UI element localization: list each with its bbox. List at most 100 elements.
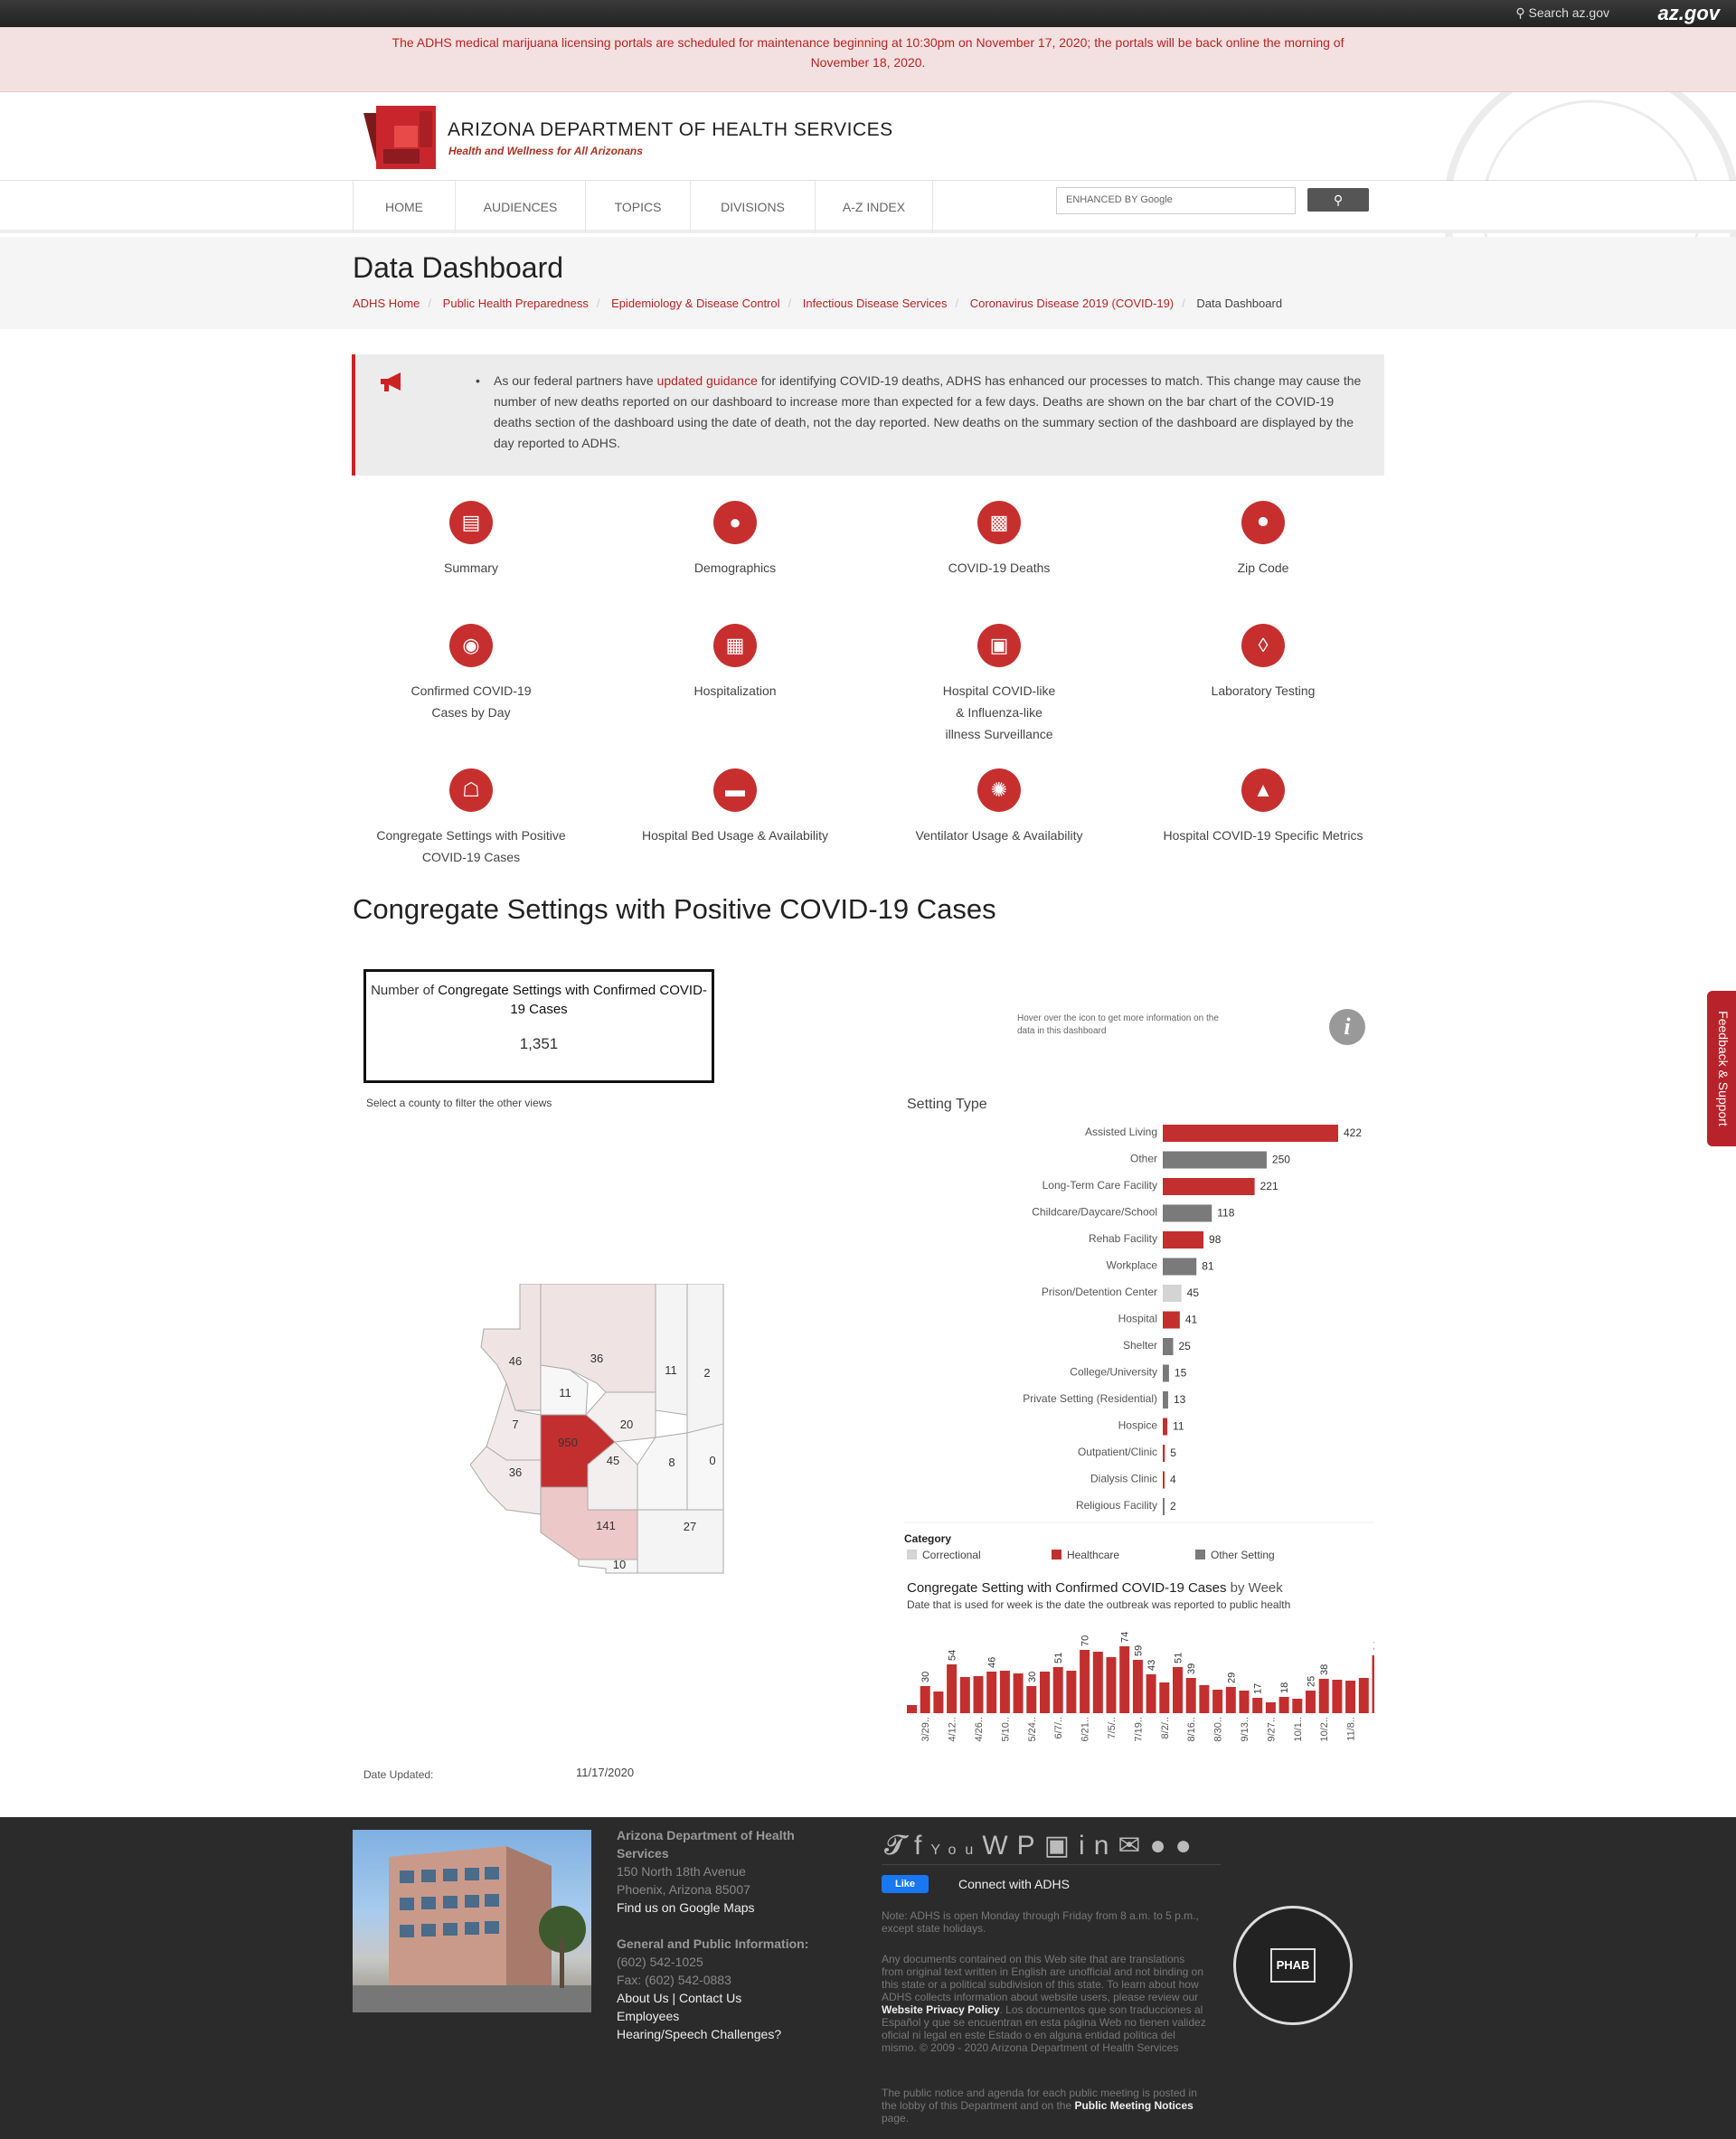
nav-home[interactable]: HOME bbox=[353, 181, 455, 233]
week-bar[interactable] bbox=[1372, 1655, 1375, 1713]
breadcrumb-epidemiology[interactable]: Epidemiology & Disease Control bbox=[611, 297, 779, 310]
tile-cases-by-day[interactable]: ◉ Confirmed COVID-19 Cases by Day bbox=[339, 624, 603, 723]
bar[interactable] bbox=[1163, 1338, 1174, 1355]
week-bar[interactable] bbox=[1292, 1699, 1303, 1713]
week-bar[interactable] bbox=[1066, 1671, 1077, 1713]
week-bar[interactable] bbox=[1318, 1679, 1329, 1713]
week-bar[interactable] bbox=[933, 1691, 944, 1713]
week-bar[interactable] bbox=[1159, 1682, 1170, 1713]
county-shape[interactable] bbox=[655, 1284, 688, 1416]
county-shape[interactable] bbox=[480, 1284, 542, 1411]
azgov-logo[interactable]: az.gov bbox=[1658, 2, 1720, 25]
tile-ventilator[interactable]: ✺ Ventilator Usage & Availability bbox=[867, 768, 1131, 846]
breadcrumb-infectious-disease[interactable]: Infectious Disease Services bbox=[803, 297, 948, 310]
nav-divisions[interactable]: DIVISIONS bbox=[690, 181, 815, 233]
tile-hospitalization[interactable]: ▦ Hospitalization bbox=[603, 624, 867, 702]
public-meeting-notices-link[interactable]: Public Meeting Notices bbox=[1074, 2099, 1193, 2112]
google-maps-link[interactable]: Find us on Google Maps bbox=[617, 1899, 834, 1917]
updated-guidance-link[interactable]: updated guidance bbox=[657, 373, 758, 388]
about-us-link[interactable]: About Us bbox=[617, 1991, 669, 2005]
bar[interactable] bbox=[1163, 1445, 1165, 1462]
legend-other-setting[interactable]: Other Setting bbox=[1195, 1549, 1275, 1561]
county-shape[interactable] bbox=[686, 1423, 724, 1511]
tile-laboratory[interactable]: ◊ Laboratory Testing bbox=[1131, 624, 1395, 702]
week-bar[interactable] bbox=[907, 1705, 917, 1713]
flickr-icon[interactable]: ●● bbox=[1150, 1831, 1201, 1861]
week-bar[interactable] bbox=[1185, 1678, 1196, 1713]
week-bar[interactable] bbox=[1225, 1687, 1236, 1713]
tile-demographics[interactable]: ● Demographics bbox=[603, 501, 867, 579]
week-bar[interactable] bbox=[1199, 1685, 1210, 1713]
site-search-input[interactable]: ENHANCED BY Google bbox=[1056, 187, 1296, 214]
week-bar[interactable] bbox=[1173, 1667, 1183, 1713]
info-icon[interactable]: i bbox=[1329, 1009, 1365, 1045]
legend-correctional[interactable]: Correctional bbox=[907, 1549, 981, 1561]
week-bar[interactable] bbox=[1119, 1646, 1130, 1713]
week-bar[interactable] bbox=[973, 1676, 984, 1713]
linkedin-icon[interactable]: in bbox=[1079, 1831, 1118, 1861]
tile-zip-code[interactable]: ⚫ Zip Code bbox=[1131, 501, 1395, 579]
week-bar[interactable] bbox=[999, 1671, 1010, 1713]
bar[interactable] bbox=[1163, 1204, 1212, 1222]
email-icon[interactable]: ✉ bbox=[1118, 1831, 1149, 1861]
bar[interactable] bbox=[1163, 1471, 1165, 1489]
nav-audiences[interactable]: AUDIENCES bbox=[455, 181, 585, 233]
nav-az-index[interactable]: A-Z INDEX bbox=[815, 181, 933, 233]
tile-congregate-settings[interactable]: ☖ Congregate Settings with Positive COVID… bbox=[339, 768, 603, 868]
week-bar[interactable] bbox=[1040, 1672, 1050, 1713]
instagram-icon[interactable]: ▣ bbox=[1044, 1831, 1079, 1861]
breadcrumb-covid19[interactable]: Coronavirus Disease 2019 (COVID-19) bbox=[970, 297, 1174, 310]
facebook-like-button[interactable]: Like bbox=[882, 1875, 929, 1893]
week-bar[interactable] bbox=[1212, 1690, 1223, 1713]
privacy-policy-link[interactable]: Website Privacy Policy bbox=[882, 2003, 1000, 2016]
bar[interactable] bbox=[1163, 1285, 1182, 1302]
twitter-icon[interactable]: 𝓣 bbox=[884, 1831, 914, 1861]
bar[interactable] bbox=[1163, 1258, 1197, 1276]
employees-link[interactable]: Employees bbox=[617, 2007, 834, 2025]
breadcrumb-public-health-preparedness[interactable]: Public Health Preparedness bbox=[443, 297, 589, 310]
bar[interactable] bbox=[1163, 1125, 1338, 1142]
week-bar[interactable] bbox=[1132, 1660, 1143, 1713]
wordpress-icon[interactable]: W bbox=[982, 1831, 1016, 1861]
week-bar[interactable] bbox=[986, 1672, 997, 1713]
week-bar[interactable] bbox=[1052, 1667, 1063, 1713]
nav-topics[interactable]: TOPICS bbox=[585, 181, 690, 233]
week-bar[interactable] bbox=[1146, 1674, 1156, 1713]
bar[interactable] bbox=[1163, 1311, 1180, 1329]
week-bar[interactable] bbox=[1265, 1702, 1276, 1713]
bar[interactable] bbox=[1163, 1231, 1204, 1249]
week-bar[interactable] bbox=[959, 1677, 970, 1713]
week-bar[interactable] bbox=[1358, 1678, 1369, 1713]
county-shape[interactable] bbox=[637, 1509, 724, 1574]
azgov-search-link[interactable]: ⚲ Search az.gov bbox=[1515, 5, 1609, 21]
week-bar[interactable] bbox=[1345, 1681, 1356, 1713]
feedback-support-tab[interactable]: Feedback & Support bbox=[1707, 991, 1736, 1146]
week-bar[interactable] bbox=[1026, 1686, 1037, 1713]
week-bar[interactable] bbox=[1332, 1680, 1343, 1713]
bar[interactable] bbox=[1163, 1178, 1255, 1195]
bar[interactable] bbox=[1163, 1418, 1168, 1436]
legend-healthcare[interactable]: Healthcare bbox=[1052, 1549, 1119, 1561]
tile-hospital-bed[interactable]: ▬ Hospital Bed Usage & Availability bbox=[603, 768, 867, 846]
week-bar[interactable] bbox=[1239, 1691, 1250, 1713]
bar[interactable] bbox=[1163, 1498, 1165, 1515]
week-bar[interactable] bbox=[1092, 1652, 1103, 1713]
week-bar[interactable] bbox=[947, 1664, 958, 1713]
adhs-logo[interactable] bbox=[363, 106, 436, 169]
week-bar[interactable] bbox=[1013, 1673, 1024, 1713]
week-bar[interactable] bbox=[1252, 1698, 1263, 1713]
bar[interactable] bbox=[1163, 1391, 1168, 1409]
week-bar[interactable] bbox=[1278, 1697, 1289, 1713]
week-bar[interactable] bbox=[1106, 1657, 1117, 1713]
breadcrumb-adhs-home[interactable]: ADHS Home bbox=[353, 297, 420, 310]
site-search-button[interactable]: ⚲ bbox=[1307, 188, 1369, 212]
contact-us-link[interactable]: Contact Us bbox=[679, 1991, 741, 2005]
tile-hospital-metrics[interactable]: ▲ Hospital COVID-19 Specific Metrics bbox=[1131, 768, 1395, 846]
hearing-link[interactable]: Hearing/Speech Challenges? bbox=[617, 2025, 834, 2043]
week-bar[interactable] bbox=[1306, 1691, 1316, 1713]
week-bar[interactable] bbox=[1080, 1650, 1090, 1713]
pinterest-icon[interactable]: P bbox=[1017, 1831, 1044, 1861]
county-shape[interactable] bbox=[578, 1559, 638, 1574]
tile-hospital-surveillance[interactable]: ▣ Hospital COVID-like & Influenza-like il… bbox=[867, 624, 1131, 745]
bar[interactable] bbox=[1163, 1364, 1169, 1382]
